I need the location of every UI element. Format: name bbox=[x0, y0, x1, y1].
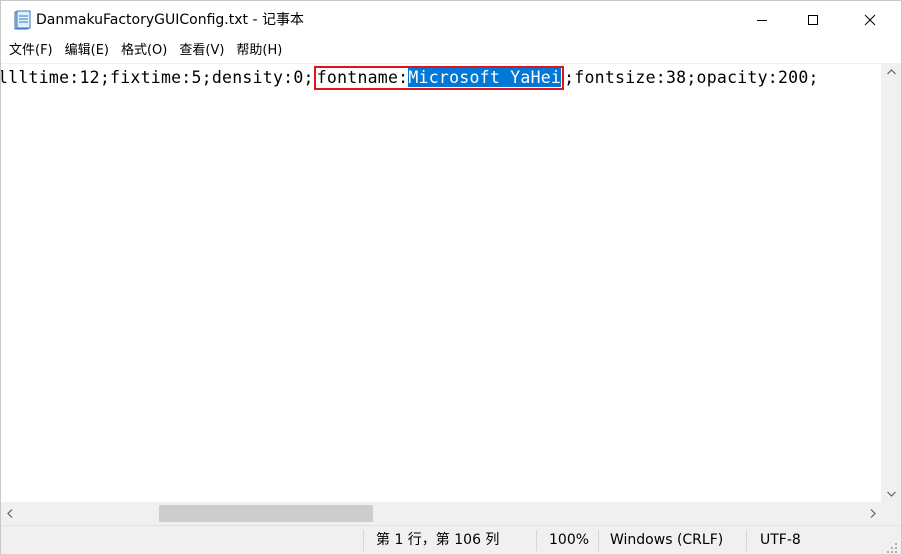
menu-help[interactable]: 帮助(H) bbox=[230, 40, 288, 62]
highlight-box: fontname:Microsoft YaHei bbox=[313, 66, 565, 90]
chevron-left-icon bbox=[6, 509, 12, 518]
line-ending: Windows (CRLF) bbox=[610, 532, 724, 548]
minimize-button[interactable] bbox=[739, 1, 785, 39]
maximize-icon bbox=[808, 15, 818, 25]
scroll-up-button[interactable] bbox=[881, 63, 901, 80]
chevron-up-icon bbox=[886, 68, 896, 74]
close-icon bbox=[864, 14, 876, 26]
menu-file[interactable]: 文件(F) bbox=[3, 40, 59, 62]
scroll-right-button[interactable] bbox=[864, 502, 881, 525]
text-boxed-prefix[interactable]: fontname: bbox=[317, 68, 409, 87]
status-divider bbox=[598, 530, 599, 551]
text-before-box[interactable]: llltime:12;fixtime:5;density:0; bbox=[1, 68, 314, 87]
title-bar[interactable]: DanmakuFactoryGUIConfig.txt - 记事本 bbox=[1, 1, 901, 39]
encoding: UTF-8 bbox=[760, 532, 801, 548]
notepad-icon bbox=[13, 10, 31, 30]
minimize-icon bbox=[757, 20, 767, 21]
scroll-left-button[interactable] bbox=[1, 502, 18, 525]
vertical-scrollbar[interactable] bbox=[881, 63, 901, 502]
menu-view[interactable]: 查看(V) bbox=[173, 40, 230, 62]
scrollbar-corner bbox=[881, 502, 901, 525]
text-editor[interactable]: llltime:12;fixtime:5;density:0; fontname:… bbox=[1, 63, 881, 502]
close-button[interactable] bbox=[847, 1, 893, 39]
chevron-down-icon bbox=[886, 491, 896, 497]
scroll-down-button[interactable] bbox=[881, 485, 901, 502]
zoom-level: 100% bbox=[549, 532, 590, 548]
menu-edit[interactable]: 编辑(E) bbox=[59, 40, 115, 62]
resize-grip-icon[interactable] bbox=[886, 539, 898, 553]
window-title: DanmakuFactoryGUIConfig.txt - 记事本 bbox=[36, 12, 304, 28]
horizontal-scrollbar[interactable] bbox=[1, 502, 881, 525]
maximize-button[interactable] bbox=[790, 1, 836, 39]
status-bar: 第 1 行，第 106 列 100% Windows (CRLF) UTF-8 bbox=[1, 525, 901, 554]
selected-text[interactable]: Microsoft YaHei bbox=[408, 68, 562, 87]
cursor-position: 第 1 行，第 106 列 bbox=[376, 532, 500, 548]
text-after-box[interactable]: ;fontsize:38;opacity:200; bbox=[564, 68, 819, 87]
chevron-right-icon bbox=[870, 509, 876, 518]
status-divider bbox=[746, 530, 747, 551]
status-divider bbox=[363, 530, 364, 551]
menu-bar: 文件(F) 编辑(E) 格式(O) 查看(V) 帮助(H) bbox=[1, 39, 901, 63]
status-divider bbox=[536, 530, 537, 551]
menu-format[interactable]: 格式(O) bbox=[115, 40, 173, 62]
scroll-thumb[interactable] bbox=[159, 505, 373, 522]
notepad-window: DanmakuFactoryGUIConfig.txt - 记事本 文件(F) … bbox=[0, 0, 902, 554]
text-line[interactable]: llltime:12;fixtime:5;density:0; fontname:… bbox=[1, 66, 819, 90]
